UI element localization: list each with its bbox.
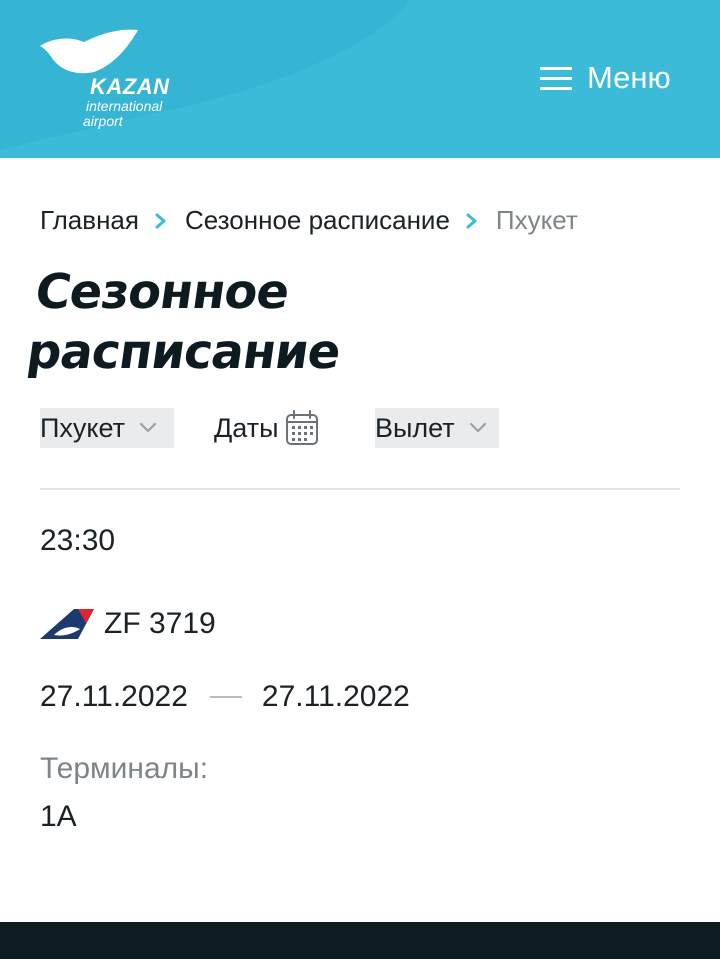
menu-button[interactable]: Меню [540, 56, 690, 100]
chevron-right-icon [462, 207, 484, 233]
breadcrumb-seasonal-schedule[interactable]: Сезонное расписание [185, 205, 450, 236]
terminals-label: Терминалы: [40, 752, 209, 785]
date-range-dash [209, 696, 242, 698]
dates-picker[interactable]: Даты [214, 408, 320, 448]
site-header: KAZAN international airport Меню [0, 0, 720, 158]
date-from: 27.11.2022 [40, 680, 188, 713]
bird-logo-icon [40, 29, 138, 74]
breadcrumb: Главная Сезонное расписание Пхукет [40, 200, 578, 240]
direction-select[interactable]: Вылет [375, 408, 499, 448]
airline-tail-logo-icon [40, 609, 94, 639]
dates-label: Даты [214, 412, 279, 443]
page-title-line1: Сезонное [31, 264, 293, 320]
logo-subtitle-line1: international [86, 98, 163, 114]
divider [40, 488, 680, 490]
page-title-line2: расписание [23, 324, 344, 380]
departure-time: 23:30 [40, 524, 116, 557]
hamburger-icon [540, 67, 572, 90]
logo-subtitle-line2: airport [83, 113, 123, 129]
flight-number: ZF 3719 [104, 607, 216, 640]
chevron-down-icon [139, 422, 157, 433]
breadcrumb-home[interactable]: Главная [40, 205, 139, 236]
flight-info: ZF 3719 [40, 604, 216, 644]
terminals-value: 1A [40, 800, 77, 833]
chevron-right-icon [151, 207, 173, 233]
menu-label: Меню [587, 60, 671, 95]
flight-dates: 27.11.2022 27.11.2022 [40, 677, 410, 717]
destination-select-value: Пхукет [40, 412, 126, 443]
direction-select-value: Вылет [375, 412, 455, 443]
destination-select[interactable]: Пхукет [40, 408, 174, 448]
date-to: 27.11.2022 [261, 680, 410, 713]
kazan-airport-logo[interactable]: KAZAN international airport [38, 24, 198, 134]
page-title: Сезонное расписание [23, 262, 680, 382]
chevron-down-icon [469, 422, 486, 433]
calendar-icon [286, 410, 319, 445]
schedule-filters: Пхукет Даты Вылет [40, 408, 680, 448]
logo-brand-text: KAZAN [90, 74, 170, 99]
site-footer [0, 922, 720, 959]
breadcrumb-current: Пхукет [495, 204, 578, 235]
